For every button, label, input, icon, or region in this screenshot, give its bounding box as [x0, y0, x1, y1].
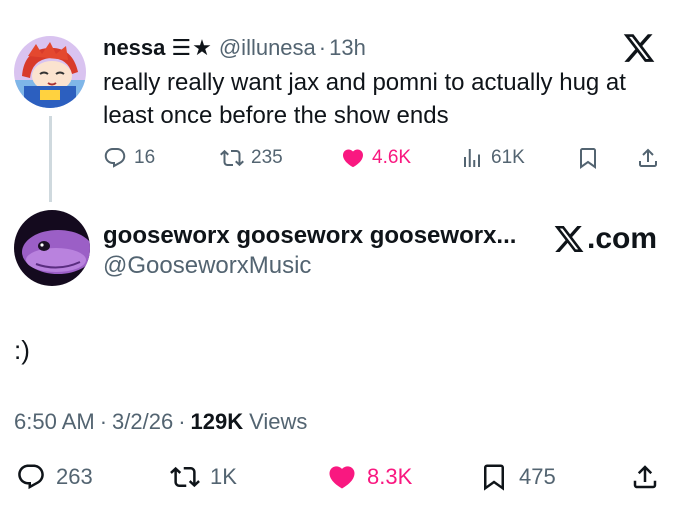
views-icon: [464, 149, 480, 167]
separator-dot: ·: [318, 35, 327, 60]
link-card-name[interactable]: gooseworx gooseworx gooseworx...: [103, 222, 516, 250]
like-button[interactable]: 4.6K: [341, 143, 411, 173]
views-count: 61K: [491, 147, 525, 168]
reply-button[interactable]: 16: [103, 143, 155, 173]
bookmark-icon: [484, 464, 504, 491]
separator-dot: ·: [99, 409, 108, 434]
tweet-date[interactable]: 3/2/26: [112, 409, 173, 435]
bookmark-count: 475: [519, 464, 556, 489]
heart-icon: [342, 149, 364, 168]
quoted-tweet-actions: 16 235 4.6K 61K: [103, 143, 668, 173]
heart-icon: [329, 466, 355, 489]
x-com-label[interactable]: .com: [552, 222, 657, 256]
reply-count: 263: [56, 464, 93, 489]
repost-icon: [220, 149, 244, 167]
share-button[interactable]: [636, 143, 667, 173]
repost-icon: [170, 466, 200, 488]
quoted-tweet-header: nessa ☰★ @illunesa · 13h: [103, 34, 366, 62]
repost-count: 1K: [210, 464, 237, 489]
views-count: 129K: [190, 409, 244, 434]
main-tweet-text: :): [14, 335, 30, 365]
share-button[interactable]: [630, 459, 670, 495]
domain-label: .com: [587, 222, 658, 255]
x-logo-icon[interactable]: [622, 31, 656, 65]
reply-icon: [18, 464, 44, 490]
gooseworx-avatar[interactable]: [14, 210, 90, 286]
repost-button[interactable]: 1K: [170, 459, 237, 495]
like-button[interactable]: 8.3K: [327, 459, 412, 495]
author-handle[interactable]: @illunesa: [219, 35, 316, 61]
like-count: 4.6K: [372, 147, 412, 168]
nessa-avatar[interactable]: [14, 36, 86, 108]
x-logo-icon: [554, 226, 584, 252]
share-icon: [633, 465, 657, 489]
views-button[interactable]: 61K: [460, 143, 525, 173]
reply-count: 16: [134, 147, 156, 168]
repost-button[interactable]: 235: [220, 143, 283, 173]
author-name[interactable]: nessa: [103, 35, 165, 61]
tweet-time[interactable]: 6:50 AM: [14, 409, 95, 435]
bookmark-button[interactable]: 475: [479, 459, 556, 495]
bookmark-button[interactable]: [576, 143, 607, 173]
bookmark-icon: [580, 148, 596, 169]
quoted-tweet-text: really really want jax and pomni to actu…: [103, 69, 626, 129]
reply-icon: [104, 148, 126, 168]
views-label: Views: [249, 409, 308, 434]
thread-line: [49, 116, 52, 202]
like-count: 8.3K: [367, 464, 413, 489]
tweet-meta: 6:50 AM · 3/2/26 · 129K Views: [14, 409, 307, 435]
link-card-handle[interactable]: @GooseworxMusic: [103, 252, 311, 280]
post-time[interactable]: 13h: [329, 35, 366, 61]
main-tweet-actions: 263 1K 8.3K 475: [0, 459, 680, 495]
reply-button[interactable]: 263: [16, 459, 93, 495]
repost-count: 235: [251, 147, 283, 168]
author-badge: ☰★: [171, 35, 213, 60]
share-icon: [639, 148, 657, 167]
separator-dot: ·: [178, 409, 186, 434]
